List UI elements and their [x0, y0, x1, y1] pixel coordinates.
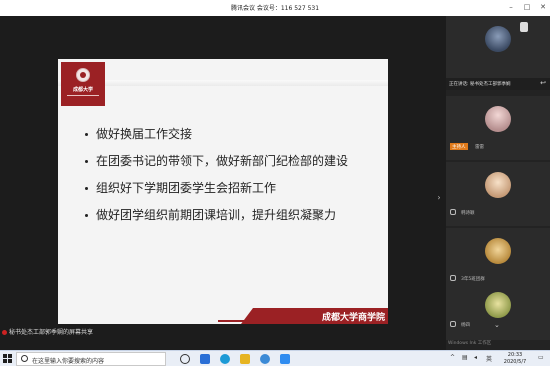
bullet-item: 做好团学组织前期团课培训，提升组织凝聚力: [85, 208, 385, 235]
avatar: [485, 106, 511, 132]
bullet-item: 做好换届工作交接: [85, 127, 385, 154]
participant-tile[interactable]: 韩诗颖: [446, 162, 550, 226]
app-icon[interactable]: [200, 354, 210, 364]
chevron-down-icon[interactable]: ⌄: [494, 321, 500, 329]
mic-icon: [450, 209, 456, 215]
participant-tile[interactable]: 主持人 雷雷: [446, 96, 550, 160]
search-placeholder: 在这里输入你要搜索的内容: [32, 358, 105, 365]
footer-title: 成都大学商学院: [321, 313, 385, 323]
share-status-text: 秘书处杰工部郭季娴的屏幕共享: [9, 329, 94, 336]
clock-time: 20:33: [507, 352, 523, 358]
notification-icon[interactable]: ▭: [538, 354, 544, 361]
file-explorer-icon[interactable]: [240, 354, 250, 364]
title-bar: 腾讯会议 会议号：116 527 531 – □ ✕: [0, 0, 550, 16]
host-badge: 主持人: [450, 143, 468, 150]
bullet-item: 组织好下学期团委学生会招新工作: [85, 181, 385, 208]
screen-share-status: 秘书处杰工部郭季娴的屏幕共享: [2, 327, 93, 336]
volume-icon[interactable]: ◂: [474, 354, 477, 361]
system-clock[interactable]: 20:33 2020/5/7: [495, 352, 535, 366]
close-button[interactable]: ✕: [538, 3, 548, 11]
tencent-meeting-icon[interactable]: [280, 354, 290, 364]
bullet-item: 在团委书记的带领下，做好新部门纪检部的建设: [85, 154, 385, 181]
participant-name: 雷雷: [475, 145, 484, 150]
collapse-panel-chevron-icon[interactable]: ›: [435, 193, 443, 203]
avatar: [485, 172, 511, 198]
windows-ink-watermark: Windows Ink 工作区: [448, 341, 492, 346]
cortana-icon[interactable]: [180, 354, 190, 364]
seal-icon: [76, 68, 90, 82]
window-title: 腾讯会议 会议号：116 527 531: [230, 5, 320, 12]
windows-start-icon[interactable]: [3, 354, 13, 364]
search-box[interactable]: 在这里输入你要搜索的内容: [16, 352, 166, 366]
mic-icon: [520, 22, 528, 32]
university-logo: 成都大学: [61, 62, 105, 106]
participant-name: 杨四: [461, 323, 470, 328]
search-icon: [21, 355, 28, 362]
bullet-list: 做好换届工作交接 在团委书记的带领下，做好新部门纪检部的建设 组织好下学期团委学…: [85, 127, 385, 235]
mic-icon: [450, 275, 456, 281]
app-icon[interactable]: [260, 354, 270, 364]
logo-underline: [67, 95, 99, 96]
participants-panel: 正在讲话: 秘书处杰工部郭季娴 ↩ 主持人 雷雷 韩诗颖 3年5班团群 杨四 ⌄: [446, 16, 550, 350]
mic-icon: [450, 321, 456, 327]
tray-up-arrow-icon[interactable]: ^: [450, 354, 455, 361]
logo-text: 成都大学: [72, 87, 93, 93]
slide-footer: 成都大学商学院: [241, 308, 388, 324]
avatar: [485, 238, 511, 264]
avatar: [485, 292, 511, 318]
maximize-button[interactable]: □: [522, 3, 532, 11]
presentation-slide: 成都大学 做好换届工作交接 在团委书记的带领下，做好新部门纪检部的建设 组织好下…: [58, 59, 388, 324]
ime-icon[interactable]: 英: [486, 354, 492, 363]
back-arrow-icon[interactable]: ↩: [540, 79, 546, 87]
avatar: [485, 26, 511, 52]
taskbar: 在这里输入你要搜索的内容 ^ ▤ ◂ 英 20:33 2020/5/7 ▭: [0, 350, 550, 366]
share-indicator-icon: [2, 330, 7, 335]
browser-icon[interactable]: [220, 354, 230, 364]
minimize-button[interactable]: –: [506, 3, 516, 11]
network-icon[interactable]: ▤: [462, 354, 468, 361]
participant-tile[interactable]: [446, 16, 550, 80]
active-speaker-bar: 正在讲话: 秘书处杰工部郭季娴 ↩: [446, 78, 550, 90]
participant-name: 韩诗颖: [461, 211, 475, 216]
clock-date: 2020/5/7: [503, 359, 527, 365]
participant-tile[interactable]: 杨四: [446, 282, 550, 340]
active-speaker-label: 正在讲话: 秘书处杰工部郭季娴: [449, 82, 511, 87]
slide-top-band: [58, 80, 388, 86]
